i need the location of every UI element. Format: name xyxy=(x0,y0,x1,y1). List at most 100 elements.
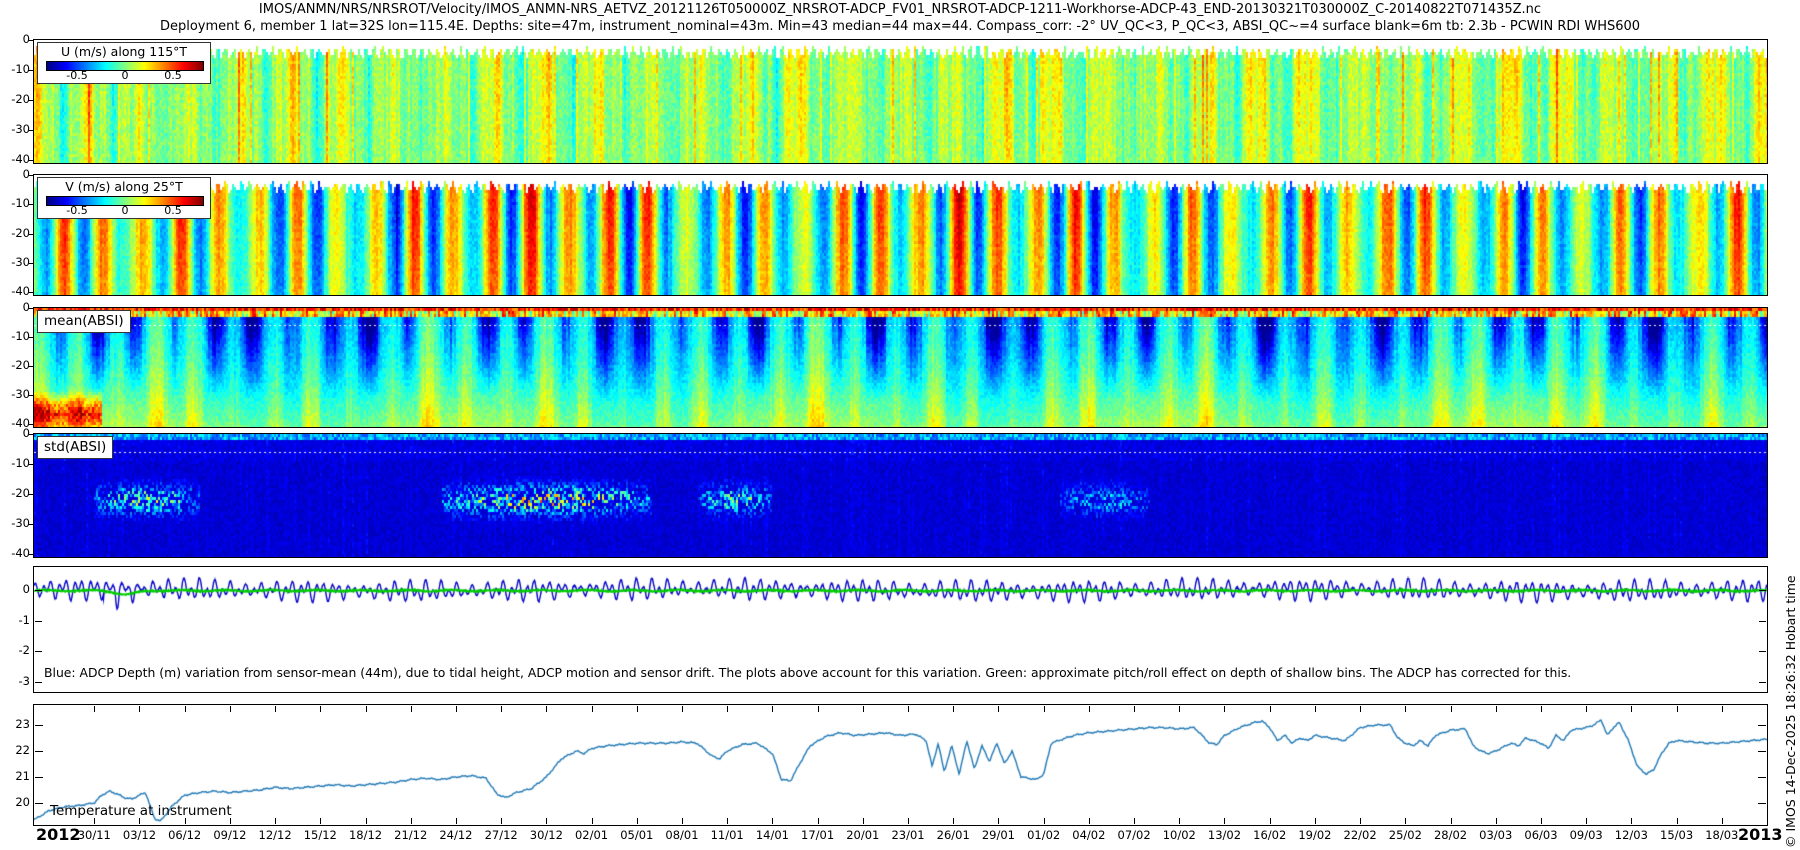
v-colorbar-tick: 0 xyxy=(121,204,129,217)
y-axis-tick xyxy=(29,204,33,205)
x-axis-tick xyxy=(320,818,321,824)
y-axis-tick xyxy=(35,725,43,726)
y-tick-label: 0 xyxy=(22,582,30,597)
x-axis-tick xyxy=(1496,818,1497,824)
x-axis-tick xyxy=(682,706,683,712)
date-tick-label: 03/12 xyxy=(122,828,157,842)
x-axis-tick xyxy=(1496,706,1497,712)
x-axis-tick xyxy=(1179,706,1180,712)
u-colorbar-tick: 0 xyxy=(121,69,129,82)
x-axis-tick xyxy=(1631,706,1632,712)
y-tick-label: -20 xyxy=(11,225,30,240)
y-tick-label: -40 xyxy=(11,152,30,166)
x-axis-tick xyxy=(1044,706,1045,712)
date-tick-label: 23/01 xyxy=(891,828,925,842)
date-tick-label: 30/11 xyxy=(77,828,111,842)
y-tick-label: -2 xyxy=(18,643,30,658)
x-axis-tick xyxy=(1586,706,1587,712)
date-tick-label: 15/12 xyxy=(303,828,337,842)
y-axis-tick xyxy=(35,621,42,622)
x-axis-year-end: 2013 xyxy=(1738,825,1783,844)
x-axis-tick xyxy=(1179,818,1180,824)
y-tick-label: -30 xyxy=(11,254,30,269)
y-axis-tick xyxy=(29,434,33,435)
v-colorbar-title: V (m/s) along 25°T xyxy=(65,179,183,194)
date-tick-label: 24/12 xyxy=(439,828,473,842)
x-axis-tick xyxy=(592,818,593,824)
x-axis-tick xyxy=(908,706,909,712)
x-axis-tick xyxy=(727,818,728,824)
x-axis-tick xyxy=(1586,818,1587,824)
date-tick-label: 13/02 xyxy=(1207,828,1242,842)
date-tick-label: 09/03 xyxy=(1569,828,1603,842)
x-axis-tick xyxy=(1270,706,1271,712)
y-tick-label: 22 xyxy=(15,742,30,757)
y-axis-tick xyxy=(1759,621,1766,622)
date-tick-label: 25/02 xyxy=(1388,828,1422,842)
date-tick-label: 19/02 xyxy=(1298,828,1332,842)
x-axis-tick xyxy=(1405,706,1406,712)
x-axis-tick xyxy=(1451,706,1452,712)
temperature-plot-label: Temperature at instrument xyxy=(50,803,232,819)
y-axis-tick xyxy=(35,803,43,804)
date-tick-label: 15/03 xyxy=(1660,828,1694,842)
date-tick-label: 20/01 xyxy=(846,828,880,842)
y-axis-tick xyxy=(29,40,33,41)
y-tick-label: 0 xyxy=(22,300,30,314)
x-axis-tick xyxy=(908,818,909,824)
date-tick-label: 12/03 xyxy=(1614,828,1648,842)
x-axis-tick xyxy=(727,706,728,712)
temperature-line-chart xyxy=(34,705,1767,825)
x-axis-tick xyxy=(320,706,321,712)
x-axis-tick xyxy=(637,818,638,824)
v-velocity-heatmap-panel xyxy=(33,174,1768,296)
y-tick-label: -20 xyxy=(11,486,30,500)
y-axis-tick xyxy=(29,175,33,176)
x-axis-tick xyxy=(94,706,95,712)
y-tick-label: 20 xyxy=(15,794,30,809)
y-axis-tick xyxy=(29,308,33,309)
x-axis-tick xyxy=(772,818,773,824)
x-axis-tick xyxy=(366,706,367,712)
y-axis-tick xyxy=(35,777,43,778)
x-axis-tick xyxy=(1089,706,1090,712)
x-axis-tick xyxy=(366,818,367,824)
y-axis-tick xyxy=(29,524,33,525)
y-axis-tick xyxy=(1758,751,1766,752)
x-axis-tick xyxy=(1677,706,1678,712)
depth-variation-note: Blue: ADCP Depth (m) variation from sens… xyxy=(44,665,1572,680)
date-tick-label: 12/12 xyxy=(258,828,292,842)
x-axis-tick xyxy=(1315,818,1316,824)
x-axis-tick xyxy=(456,706,457,712)
absi-std-heatmap-panel xyxy=(33,433,1768,558)
figure-title-filename: IMOS/ANMN/NRS/NRSROT/Velocity/IMOS_ANMN-… xyxy=(258,2,1542,17)
adcp-multi-panel-figure: IMOS/ANMN/NRS/NRSROT/Velocity/IMOS_ANMN-… xyxy=(0,0,1800,850)
x-axis-tick xyxy=(953,706,954,712)
x-axis-tick xyxy=(1722,706,1723,712)
y-tick-label: 23 xyxy=(15,717,30,731)
y-axis-tick xyxy=(1759,682,1766,683)
date-tick-label: 06/03 xyxy=(1524,828,1558,842)
y-axis-tick xyxy=(29,494,33,495)
imos-watermark: © IMOS 14-Dec-2025 18:26:32 Hobart time xyxy=(1783,575,1798,848)
y-tick-label: -40 xyxy=(11,546,30,560)
date-tick-label: 16/02 xyxy=(1253,828,1287,842)
date-tick-label: 27/12 xyxy=(484,828,518,842)
x-axis-tick xyxy=(1360,818,1361,824)
date-tick-label: 05/01 xyxy=(620,828,654,842)
date-tick-label: 26/01 xyxy=(936,828,970,842)
u-colorbar-tick: 0.5 xyxy=(164,69,182,82)
x-axis-tick xyxy=(1044,818,1045,824)
x-axis-tick xyxy=(953,818,954,824)
x-axis-tick xyxy=(1134,818,1135,824)
y-axis-tick xyxy=(35,751,43,752)
date-tick-label: 10/02 xyxy=(1162,828,1196,842)
x-axis-tick xyxy=(456,818,457,824)
y-axis-tick xyxy=(29,130,33,131)
x-axis-tick xyxy=(592,706,593,712)
u-colorbar-title: U (m/s) along 115°T xyxy=(60,44,188,59)
y-axis-tick xyxy=(29,424,33,425)
date-tick-label: 21/12 xyxy=(394,828,428,842)
y-axis-tick xyxy=(1759,651,1766,652)
date-tick-label: 18/12 xyxy=(348,828,383,842)
